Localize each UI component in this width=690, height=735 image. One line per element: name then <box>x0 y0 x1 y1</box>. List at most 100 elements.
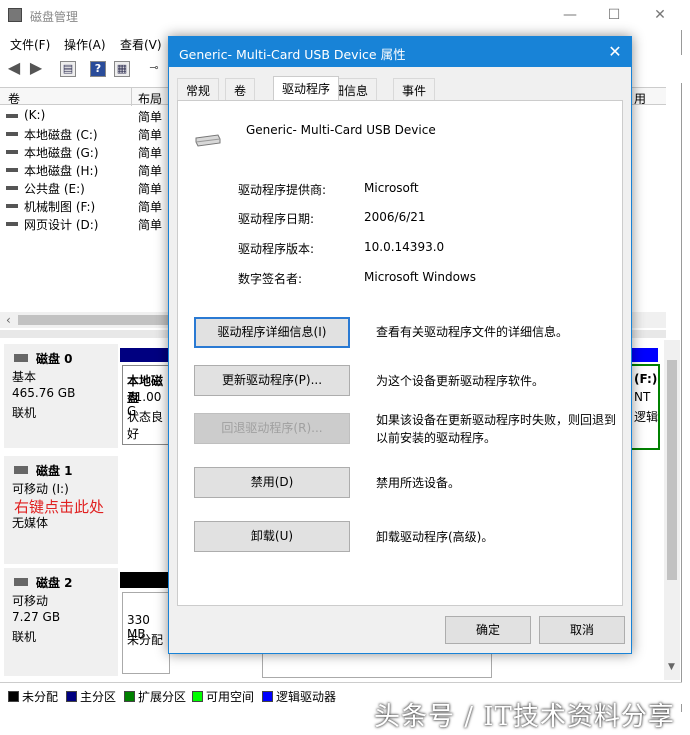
tab-events[interactable]: 事件 <box>393 78 436 100</box>
tab-driver[interactable]: 驱动程序 <box>273 76 340 101</box>
update-driver-button[interactable]: 更新驱动程序(P)... <box>194 365 350 396</box>
col-layout[interactable]: 布局 <box>138 90 162 107</box>
legend-swatch <box>192 691 203 702</box>
scroll-down-icon[interactable]: ▼ <box>668 662 675 672</box>
scroll-thumb[interactable] <box>18 315 168 325</box>
list-view-icon[interactable]: ▤ <box>60 61 76 77</box>
uninstall-desc: 卸载驱动程序(高级)。 <box>376 530 494 544</box>
legend-item: 逻辑驱动器 <box>262 688 336 705</box>
partition-status: 状态良好 <box>127 410 164 441</box>
menu-view[interactable]: 查看(V) <box>120 36 162 53</box>
vertical-scrollbar[interactable]: ▼ <box>664 340 680 680</box>
scroll-thumb[interactable] <box>667 360 677 580</box>
disk-2-header[interactable]: 磁盘 2 可移动 7.27 GB 联机 <box>4 568 118 676</box>
scroll-left-icon[interactable]: ‹ <box>6 313 11 327</box>
info-value-version: 10.0.14393.0 <box>364 240 445 254</box>
legend-label: 主分区 <box>80 690 117 704</box>
disk-management-icon <box>8 8 22 22</box>
minimize-button[interactable]: — <box>560 5 580 25</box>
connect-icon[interactable]: ⊸ <box>146 61 162 77</box>
volume-icon <box>6 114 18 118</box>
ok-button[interactable]: 确定 <box>445 616 531 644</box>
driver-tab-panel: Generic- Multi-Card USB Device 驱动程序提供商: … <box>177 100 623 606</box>
usb-device-icon <box>194 133 222 147</box>
driver-details-button[interactable]: 驱动程序详细信息(I) <box>194 317 350 348</box>
partition-f-label: (F:) <box>634 372 658 386</box>
legend-label: 扩展分区 <box>138 690 187 704</box>
legend-label: 未分配 <box>22 690 59 704</box>
info-label-version: 驱动程序版本: <box>238 242 315 256</box>
update-driver-desc: 为这个设备更新驱动程序软件。 <box>376 374 545 388</box>
volume-icon <box>6 186 18 190</box>
volume-name: 机械制图 (F:) <box>24 200 96 214</box>
disk-0-partition-f[interactable]: (F:) NT 逻辑 <box>630 364 660 450</box>
disable-button[interactable]: 禁用(D) <box>194 467 350 498</box>
disk-2-status: 联机 <box>12 630 37 644</box>
maximize-button[interactable]: ☐ <box>604 5 624 25</box>
disk-2-type: 可移动 <box>12 594 49 608</box>
volume-name: 本地磁盘 (H:) <box>24 164 99 178</box>
legend-swatch <box>262 691 273 702</box>
volume-row[interactable]: 本地磁盘 (C:) 简单 <box>0 125 170 143</box>
disk-0-header[interactable]: 磁盘 0 基本 465.76 GB 联机 <box>4 344 118 448</box>
legend-item: 可用空间 <box>192 688 254 705</box>
volume-name: 公共盘 (E:) <box>24 182 85 196</box>
volume-row[interactable]: 本地磁盘 (H:) 简单 <box>0 161 170 179</box>
info-value-signer: Microsoft Windows <box>364 270 476 284</box>
legend-swatch <box>8 691 19 702</box>
volume-layout: 简单 <box>138 110 163 124</box>
menu-file[interactable]: 文件(F) <box>10 36 50 53</box>
disk-0-partition-c[interactable]: 本地磁盘 71.00 G 状态良好 <box>122 365 170 445</box>
menu-action[interactable]: 操作(A) <box>64 36 106 53</box>
dialog-close-icon[interactable]: ✕ <box>603 40 627 64</box>
rollback-driver-desc: 如果该设备在更新驱动程序时失败，则回退到以前安装的驱动程序。 <box>376 413 617 445</box>
disk-icon <box>14 354 28 362</box>
tab-general[interactable]: 常规 <box>177 78 220 100</box>
cancel-button[interactable]: 取消 <box>539 616 625 644</box>
info-label-date: 驱动程序日期: <box>238 212 315 226</box>
col-volume[interactable]: 卷 <box>8 90 20 107</box>
dialog-title: Generic- Multi-Card USB Device 属性 <box>179 47 406 62</box>
tab-volume[interactable]: 卷 <box>225 78 256 100</box>
disk-0-size: 465.76 GB <box>12 386 76 400</box>
watermark: 头条号 / IT技术资料分享 <box>374 702 675 732</box>
volume-row[interactable]: 公共盘 (E:) 简单 <box>0 179 170 197</box>
partition-f-status: 逻辑 <box>634 410 659 424</box>
volume-layout: 简单 <box>138 182 163 196</box>
dialog-title-bar: Generic- Multi-Card USB Device 属性 ✕ <box>169 37 631 67</box>
volume-name: (K:) <box>24 108 46 122</box>
volume-layout: 简单 <box>138 146 163 160</box>
help-icon[interactable]: ? <box>90 61 106 77</box>
volume-icon <box>6 222 18 226</box>
title-bar: 磁盘管理 — ☐ ✕ <box>0 0 682 30</box>
properties-dialog: Generic- Multi-Card USB Device 属性 ✕ 常规 卷… <box>168 36 632 654</box>
legend-label: 逻辑驱动器 <box>276 690 337 704</box>
volume-icon <box>6 168 18 172</box>
forward-icon[interactable]: ▶ <box>28 60 44 77</box>
volume-row[interactable]: (K:) 简单 <box>0 107 170 125</box>
legend-swatch <box>66 691 77 702</box>
disk-icon <box>14 578 28 586</box>
properties-icon[interactable]: ▦ <box>114 61 130 77</box>
device-name: Generic- Multi-Card USB Device <box>246 123 436 137</box>
uninstall-button[interactable]: 卸载(U) <box>194 521 350 552</box>
volume-row[interactable]: 机械制图 (F:) 简单 <box>0 197 170 215</box>
volume-name: 网页设计 (D:) <box>24 218 99 232</box>
disk-0-status: 联机 <box>12 406 37 420</box>
rollback-driver-button[interactable]: 回退驱动程序(R)... <box>194 413 350 444</box>
volume-layout: 简单 <box>138 218 163 232</box>
back-icon[interactable]: ◀ <box>6 60 22 77</box>
close-window-button[interactable]: ✕ <box>650 5 670 25</box>
legend-item: 未分配 <box>8 688 58 705</box>
volume-layout: 简单 <box>138 200 163 214</box>
disk-1-type: 可移动 (I:) <box>12 482 69 496</box>
disk-icon <box>14 466 28 474</box>
volume-row[interactable]: 本地磁盘 (G:) 简单 <box>0 143 170 161</box>
volume-name: 本地磁盘 (C:) <box>24 128 98 142</box>
disk-1-title: 磁盘 1 <box>36 464 73 478</box>
info-value-date: 2006/6/21 <box>364 210 426 224</box>
volume-row[interactable]: 网页设计 (D:) 简单 <box>0 215 170 233</box>
col-right-partial[interactable]: 用 <box>634 90 646 107</box>
disk-2-unallocated[interactable]: 330 MB 未分配 <box>122 592 170 674</box>
annotation-right-click-here: 右键点击此处 <box>14 498 105 516</box>
